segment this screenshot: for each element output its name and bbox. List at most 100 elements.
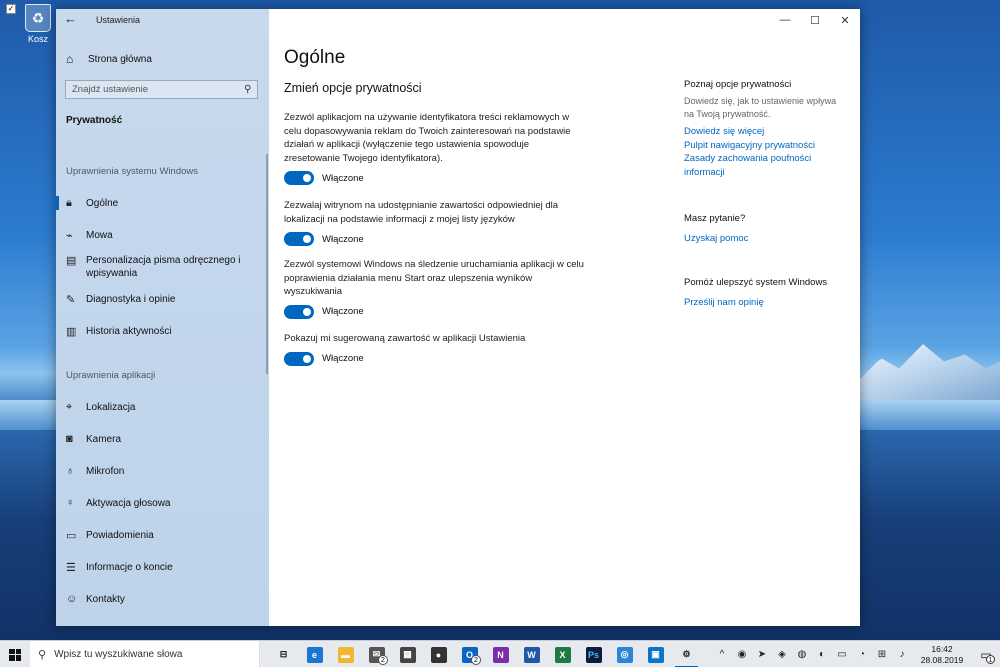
recycle-bin-shortcut[interactable]: ✓ ♻ Kosz: [6, 4, 56, 44]
location-icon: ⌖: [66, 401, 73, 413]
start-button[interactable]: [0, 641, 30, 667]
taskbar-app-people[interactable]: ●: [423, 641, 454, 667]
taskbar-app-word[interactable]: W: [516, 641, 547, 667]
toggle-switch[interactable]: [284, 232, 314, 246]
sidebar-item-camera[interactable]: ◙ Kamera: [56, 433, 269, 446]
taskbar-app-settings[interactable]: ⚙: [671, 641, 702, 667]
word-icon: W: [523, 646, 540, 663]
search-icon: ⚲: [38, 649, 47, 661]
privacy-dashboard-link[interactable]: Pulpit nawigacyjny prywatności: [684, 139, 844, 153]
selection-checkbox-icon[interactable]: ✓: [6, 4, 16, 14]
people-icon: ●: [430, 646, 447, 663]
action-center-button[interactable]: ▭ 1: [972, 648, 1000, 664]
tray-icon-2[interactable]: ➤: [752, 649, 772, 660]
toggle-switch[interactable]: [284, 304, 314, 319]
get-help-link[interactable]: Uzyskaj pomoc: [684, 232, 844, 246]
sidebar-item-contacts[interactable]: ☺ Kontakty: [56, 593, 269, 606]
sidebar-scrollbar[interactable]: [266, 154, 268, 374]
taskbar-search-placeholder: Wpisz tu wyszukiwane słowa: [54, 649, 183, 660]
search-icon[interactable]: ⚲: [244, 84, 251, 95]
tray-icon-5[interactable]: ◐: [812, 649, 832, 660]
sidebar-item-activity-history[interactable]: ▥ Historia aktywności: [56, 325, 269, 338]
tray-icon-3[interactable]: ◈: [772, 649, 792, 660]
give-feedback-link[interactable]: Prześlij nam opinię: [684, 296, 844, 310]
tray-icon-1[interactable]: ◉: [732, 649, 752, 660]
tray-icon-7[interactable]: ◔: [852, 649, 872, 660]
sidebar-item-label: Kamera: [86, 434, 122, 445]
option-description: Pokazuj mi sugerowaną zawartość w aplika…: [284, 333, 526, 344]
option-advertising-id: Zezwól aplikacjom na używanie identyfika…: [284, 111, 584, 185]
lock-icon: 🔒︎: [66, 197, 72, 209]
toggle-state-label: Włączone: [322, 233, 364, 245]
app-badge: 2: [378, 655, 388, 665]
tray-icons: ^ ◉ ➤ ◈ ◍ ◐ ▭ ◔ ⊞ ♪: [712, 649, 912, 660]
section-subtitle: Zmień opcje prywatności: [284, 81, 422, 95]
settings-search-input[interactable]: Znajdź ustawienie ⚲: [65, 80, 258, 99]
toggle-switch[interactable]: [284, 171, 314, 185]
sidebar-item-general[interactable]: 🔒︎ Ogólne: [56, 196, 269, 210]
sidebar-item-account-info[interactable]: ☰ Informacje o koncie: [56, 561, 269, 574]
desktop-wallpaper-lake-left: [0, 400, 56, 430]
taskbar-app-outlook[interactable]: O2: [454, 641, 485, 667]
tray-icon-6[interactable]: ▭: [832, 649, 852, 660]
back-button[interactable]: ←: [64, 12, 78, 26]
taskbar-app-trello[interactable]: ▣: [640, 641, 671, 667]
sidebar-item-label: Aktywacja głosowa: [86, 498, 171, 509]
photoshop-icon: Ps: [585, 646, 602, 663]
sidebar-item-label: Ogólne: [86, 198, 119, 209]
taskbar-app-edge[interactable]: e: [299, 641, 330, 667]
group-header-app-permissions: Uprawnienia aplikacji: [66, 370, 156, 381]
sidebar-item-notifications[interactable]: ▭ Powiadomienia: [56, 529, 269, 542]
sidebar-item-diagnostics[interactable]: ✎ Diagnostyka i opinie: [56, 293, 269, 306]
feedback-icon: ✎: [66, 294, 76, 306]
trello-icon: ▣: [647, 646, 664, 663]
toggle-state-label: Włączone: [322, 353, 364, 364]
taskbar-app-file-explorer[interactable]: ▬: [330, 641, 361, 667]
taskbar-app-onenote[interactable]: N: [485, 641, 516, 667]
task-view-icon: ⊟: [275, 646, 292, 663]
clock-time: 16:42: [931, 643, 953, 654]
toggle-switch[interactable]: [284, 351, 314, 366]
tray-icon-4[interactable]: ◍: [792, 649, 812, 660]
taskbar-app-photoshop[interactable]: Ps: [578, 641, 609, 667]
speech-icon: ⌁: [66, 230, 73, 242]
tray-icon-9[interactable]: ♪: [892, 649, 912, 660]
current-section-title: Prywatność: [66, 115, 123, 126]
privacy-info-panel: Poznaj opcje prywatności Dowiedz się, ja…: [684, 79, 844, 179]
privacy-statement-link[interactable]: Zasady zachowania poufności informacji: [684, 152, 844, 179]
clock[interactable]: 16:42 28.08.2019: [912, 644, 972, 666]
taskbar-app-mail[interactable]: ✉ 2: [361, 641, 392, 667]
windows-logo-icon: [9, 648, 21, 661]
sidebar-item-microphone[interactable]: ♁ Mikrofon: [56, 465, 269, 478]
sidebar-item-speech[interactable]: ⌁ Mowa: [56, 229, 269, 242]
sidebar-item-inking-typing[interactable]: ▤ Personalizacja pisma odręcznego i wpis…: [56, 254, 269, 280]
onenote-icon: N: [492, 646, 509, 663]
recycle-bin-label: Kosz: [27, 34, 48, 44]
option-description: Zezwól systemowi Windows na śledzenie ur…: [284, 259, 584, 297]
window-title: Ustawienia: [96, 15, 141, 25]
camera-icon: ◙: [66, 433, 73, 445]
taskbar-app-app[interactable]: ◎: [609, 641, 640, 667]
taskbar-app-excel[interactable]: X: [547, 641, 578, 667]
question-header: Masz pytanie?: [684, 213, 746, 224]
taskbar: ⚲ Wpisz tu wyszukiwane słowa ⊟ e ▬ ✉ 2 ▦ ● O 2 N W…: [0, 640, 1000, 667]
tray-icon-8[interactable]: ⊞: [872, 649, 892, 660]
notification-count: 1: [986, 654, 995, 664]
taskbar-app-task-view[interactable]: ⊟: [268, 641, 299, 667]
sidebar-item-location[interactable]: ⌖ Lokalizacja: [56, 401, 269, 414]
sidebar: ⌂ Strona główna Znajdź ustawienie ⚲ Pryw…: [56, 9, 269, 626]
sidebar-item-label: Powiadomienia: [86, 530, 154, 541]
notifications-icon: ▭: [66, 530, 77, 542]
settings-icon: ⚙: [678, 646, 695, 663]
privacy-info-text: Dowiedz się, jak to ustawienie wpływa na…: [684, 96, 837, 119]
taskbar-app-calendar[interactable]: ▦: [392, 641, 423, 667]
sidebar-item-voice-activation[interactable]: ♀ Aktywacja głosowa: [56, 497, 269, 510]
search-placeholder: Znajdź ustawienie: [72, 84, 149, 95]
sidebar-item-label: Historia aktywności: [86, 326, 172, 337]
taskbar-search-box[interactable]: ⚲ Wpisz tu wyszukiwane słowa: [30, 641, 260, 667]
sidebar-home[interactable]: ⌂ Strona główna: [66, 52, 152, 66]
app-badge: 2: [471, 655, 481, 665]
learn-more-link[interactable]: Dowiedz się więcej: [684, 125, 844, 139]
sidebar-item-label: Kontakty: [86, 594, 125, 605]
tray-icon-0[interactable]: ^: [712, 649, 732, 660]
